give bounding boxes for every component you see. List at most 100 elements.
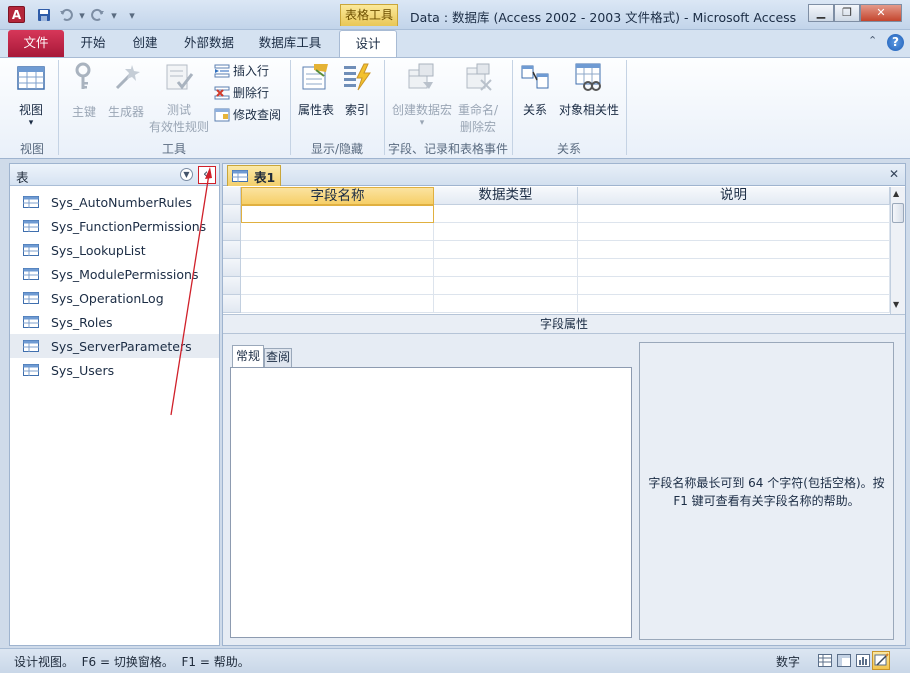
minimize-button[interactable]: ▁ [808,4,834,22]
document-tab-table1[interactable]: 表1 [227,165,281,186]
design-view-button[interactable] [872,651,890,670]
tab-lookup[interactable]: 查阅 [264,348,292,367]
nav-item-table[interactable]: Sys_AutoNumberRules [10,190,219,214]
nav-pane-title: 表 [16,170,29,185]
tab-file[interactable]: 文件 [8,30,64,57]
description-cell[interactable] [578,259,890,277]
description-cell[interactable] [578,205,890,223]
field-name-cell[interactable] [241,223,434,241]
delete-row-button[interactable]: 删除行 [214,84,269,101]
rename-macro-label: 重命名/ [457,103,499,117]
create-data-macros-label: 创建数据宏 [391,103,452,117]
row-selector[interactable] [223,241,241,259]
relationships-button[interactable]: 关系 [518,62,552,118]
data-type-cell[interactable] [434,205,578,223]
save-icon[interactable] [36,7,52,23]
grid-vertical-scrollbar[interactable]: ▲ ▼ [890,187,905,314]
close-document-button[interactable]: ✕ [889,167,899,181]
row-selector[interactable] [223,295,241,313]
table-icon [23,244,39,256]
builder-label: 生成器 [107,105,144,119]
customize-quick-access-icon[interactable]: ▾ [124,7,140,23]
tab-create[interactable]: 创建 [122,30,168,57]
column-header-data-type[interactable]: 数据类型 [434,187,578,205]
primary-key-button[interactable]: 主键 [68,62,100,120]
description-cell[interactable] [578,277,890,295]
view-button[interactable]: 视图 ▾ [16,64,46,128]
shutter-bar-collapse-button[interactable]: « [198,166,216,184]
description-cell[interactable] [578,295,890,313]
nav-item-table[interactable]: Sys_FunctionPermissions [10,214,219,238]
data-type-cell[interactable] [434,259,578,277]
field-name-cell[interactable] [241,277,434,295]
show-hide-group-label: 显示/隐藏 [310,142,364,156]
nav-item-table[interactable]: Sys_OperationLog [10,286,219,310]
field-name-cell[interactable] [241,295,434,313]
pivot-table-view-icon[interactable] [837,654,851,667]
test-validation-rules-button[interactable]: 测试 有效性规则 [148,62,210,135]
key-icon [75,62,91,89]
select-all-corner[interactable] [223,187,241,205]
insert-row-button[interactable]: 插入行 [214,62,269,79]
rename-delete-macro-button[interactable]: 重命名/ 删除宏 [456,62,500,135]
field-name-cell[interactable] [241,205,434,223]
scroll-up-icon[interactable]: ▲ [893,189,899,198]
restore-button[interactable]: ❐ [834,4,860,22]
description-cell[interactable] [578,241,890,259]
scroll-down-icon[interactable]: ▼ [893,300,899,309]
modify-lookups-button[interactable]: 修改查阅 [214,106,281,123]
nav-pane-header[interactable]: 表 ▼ « [10,164,219,186]
tab-database-tools[interactable]: 数据库工具 [250,30,330,57]
row-selector[interactable] [223,259,241,277]
data-type-cell[interactable] [434,295,578,313]
data-type-cell[interactable] [434,277,578,295]
data-type-cell[interactable] [434,223,578,241]
row-selector[interactable] [223,277,241,295]
field-name-cell[interactable] [241,241,434,259]
column-header-field-name[interactable]: 字段名称 [241,187,434,205]
minimize-ribbon-icon[interactable]: ⌃ [868,34,877,47]
data-type-cell[interactable] [434,241,578,259]
indexes-button[interactable]: 索引 [340,62,374,118]
redo-dropdown-icon[interactable]: ▾ [106,7,122,23]
undo-icon[interactable] [58,7,74,23]
undo-dropdown-icon[interactable]: ▾ [74,7,90,23]
row-selector[interactable] [223,205,241,223]
indexes-icon [344,63,371,91]
group-separator [512,60,513,155]
nav-item-table[interactable]: Sys_ServerParameters [10,334,219,358]
nav-item-table[interactable]: Sys_ModulePermissions [10,262,219,286]
description-cell[interactable] [578,223,890,241]
tab-design[interactable]: 设计 [339,30,397,57]
tab-general[interactable]: 常规 [232,345,264,368]
tab-home[interactable]: 开始 [70,30,116,57]
table-icon [23,268,39,280]
relationships-icon [521,65,549,89]
help-icon[interactable]: ? [887,34,904,51]
nav-pane-menu-icon[interactable]: ▼ [180,168,193,181]
column-header-description[interactable]: 说明 [578,187,890,205]
close-button[interactable]: ✕ [860,4,902,22]
field-name-cell[interactable] [241,259,434,277]
title-bar: A ▾ ▾ ▾ 表格工具 Data : 数据库 (Access 2002 - 2… [0,0,910,30]
create-data-macros-button[interactable]: 创建数据宏 ▾ [390,62,454,128]
tab-external-data[interactable]: 外部数据 [176,30,242,57]
design-grid-body [223,205,890,313]
view-label: 视图 [18,103,43,117]
redo-icon[interactable] [90,7,106,23]
scroll-thumb[interactable] [892,203,904,223]
row-selector[interactable] [223,223,241,241]
datasheet-view-icon[interactable] [818,654,832,667]
table-icon [23,196,39,208]
builder-button[interactable]: 生成器 [106,62,146,120]
nav-item-table[interactable]: Sys_Roles [10,310,219,334]
pivot-chart-view-icon[interactable] [856,654,870,667]
ribbon-tab-bar: 文件 开始 创建 外部数据 数据库工具 设计 [0,30,910,57]
nav-item-table[interactable]: Sys_Users [10,358,219,382]
window-title: Data : 数据库 (Access 2002 - 2003 文件格式) - M… [410,10,797,25]
object-dependencies-button[interactable]: 对象相关性 [558,62,620,118]
property-sheet-button[interactable]: 属性表 [296,62,336,118]
test-label: 测试 [166,103,191,117]
nav-item-table[interactable]: Sys_LookupList [10,238,219,262]
access-logo-icon[interactable]: A [8,6,25,23]
